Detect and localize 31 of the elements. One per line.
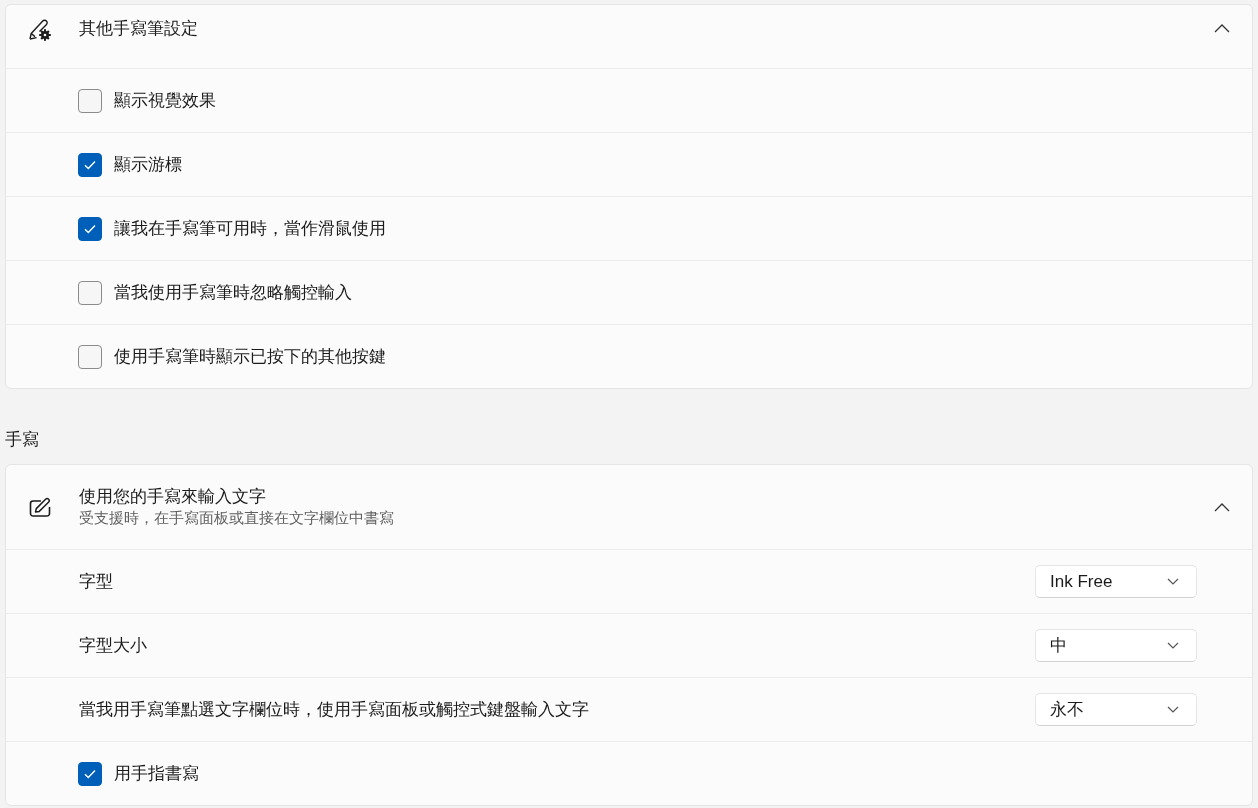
chevron-down-icon: [1167, 642, 1179, 649]
dropdown[interactable]: 中: [1035, 629, 1197, 662]
section-title: 手寫: [5, 429, 39, 451]
checkbox[interactable]: [78, 344, 102, 369]
setting-label: 字型大小: [79, 634, 147, 657]
checkbox[interactable]: [78, 216, 102, 241]
setting-label: 用手指書寫: [114, 762, 199, 785]
dropdown[interactable]: 永不: [1035, 693, 1197, 726]
setting-label: 讓我在手寫筆可用時，當作滑鼠使用: [114, 217, 386, 240]
chevron-down-icon: [1167, 578, 1179, 585]
setting-title: 使用您的手寫來輸入文字: [79, 486, 266, 508]
pen-in-box-icon: [28, 495, 52, 519]
setting-label: 顯示游標: [114, 153, 182, 176]
checkbox[interactable]: [78, 88, 102, 113]
setting-label: 當我用手寫筆點選文字欄位時，使用手寫面板或觸控式鍵盤輸入文字: [79, 698, 589, 721]
checkmark-icon: [84, 768, 96, 779]
setting-description: 受支援時，在手寫面板或直接在文字欄位中書寫: [79, 509, 394, 528]
chevron-up-icon[interactable]: [1214, 24, 1230, 33]
setting-label: 字型: [79, 570, 113, 593]
checkmark-icon: [84, 223, 96, 234]
setting-label: 顯示視覺效果: [114, 89, 216, 112]
checkmark-icon: [84, 159, 96, 170]
chevron-up-icon[interactable]: [1214, 502, 1230, 512]
setting-label: 使用手寫筆時顯示已按下的其他按鍵: [114, 345, 386, 368]
checkbox[interactable]: [78, 761, 102, 786]
setting-label: 當我使用手寫筆時忽略觸控輸入: [114, 281, 352, 304]
setting-title: 其他手寫筆設定: [79, 17, 198, 40]
dropdown[interactable]: Ink Free: [1035, 565, 1197, 598]
chevron-down-icon: [1167, 706, 1179, 713]
checkbox[interactable]: [78, 280, 102, 305]
checkbox[interactable]: [78, 152, 102, 177]
